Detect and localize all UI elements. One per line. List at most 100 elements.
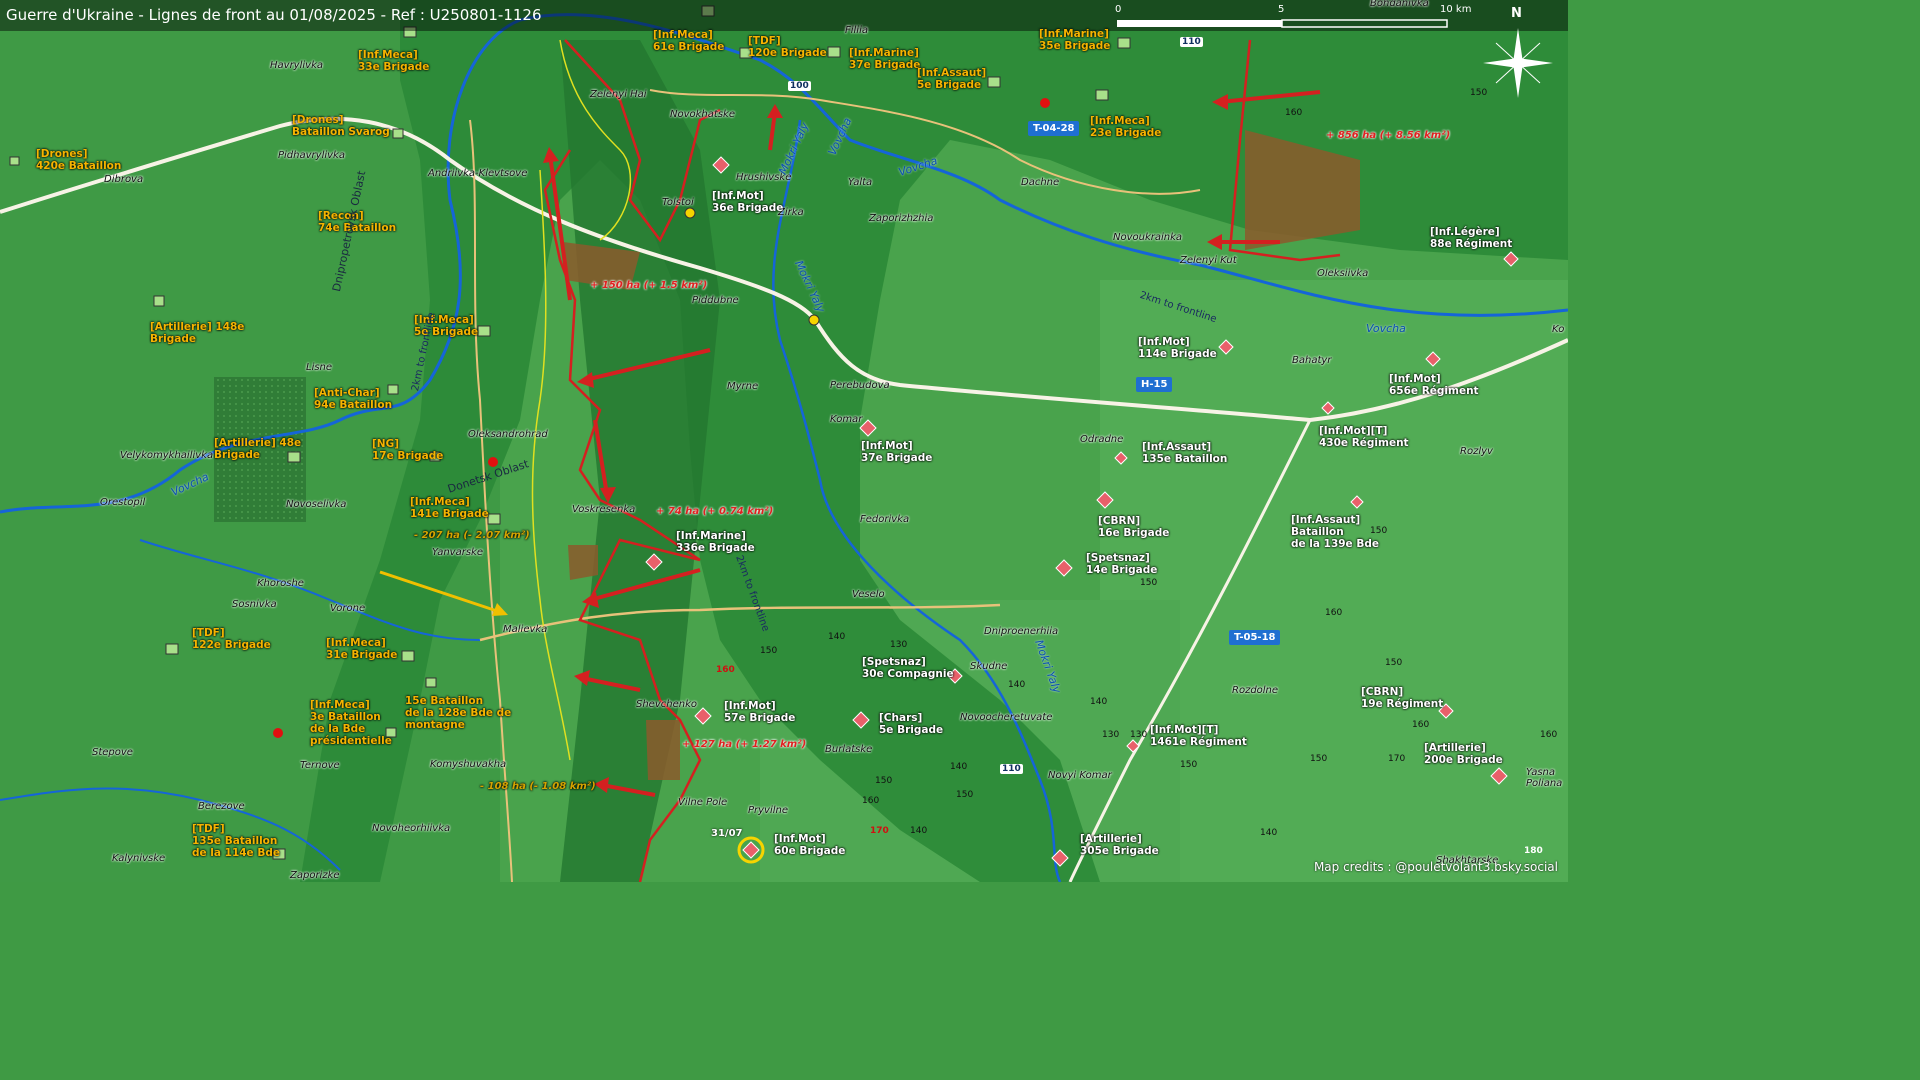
elevation-label: 150 <box>1140 578 1158 588</box>
ua-unit-label: [Inf.Marine] 37e Brigade <box>849 47 921 71</box>
north-label: N <box>1511 6 1522 21</box>
elevation-label: 160 <box>1540 730 1558 740</box>
town-label: Voskresenka <box>572 504 636 515</box>
ru-unit-label: [Inf.Mot] 36e Brigade <box>712 190 784 214</box>
town-label: Tolstoi <box>662 197 694 208</box>
town-label: Bohdanivka <box>1370 0 1429 9</box>
elevation-label: 140 <box>1008 680 1026 690</box>
river-label: Vovcha <box>1366 322 1406 335</box>
town-label: Odradne <box>1080 434 1124 445</box>
elevation-label: 150 <box>1470 88 1488 98</box>
area-change-label: - 108 ha (- 1.08 km²) <box>480 781 596 792</box>
town-label: Khoroshe <box>257 578 304 589</box>
ru-unit-label: [Artillerie] 305e Brigade <box>1080 833 1159 857</box>
town-label: Andriivka-Klevtsove <box>428 168 528 179</box>
town-label: Burlatske <box>825 744 873 755</box>
ru-unit-label: [Spetsnaz] 30e Compagnie <box>862 656 954 680</box>
elevation-label: 140 <box>1260 828 1278 838</box>
road-badge: T-05-18 <box>1229 630 1281 645</box>
town-label: Rozdolne <box>1232 685 1279 696</box>
area-change-label: + 150 ha (+ 1.5 km²) <box>590 280 708 291</box>
ru-unit-label: [Inf.Mot] 656e Régiment <box>1389 373 1479 397</box>
area-change-label: + 127 ha (+ 1.27 km²) <box>682 739 807 750</box>
town-label: Velykomykhailivka <box>120 450 214 461</box>
town-label: Yanvarske <box>432 547 483 558</box>
town-label: Yalta <box>848 177 873 188</box>
elevation-label: 160 <box>862 796 880 806</box>
town-label: Skudne <box>970 661 1008 672</box>
map-credits: Map credits : @pouletvolant3.bsky.social <box>1313 860 1558 874</box>
town-label: Komar <box>830 414 863 425</box>
town-label: Myrne <box>727 381 759 392</box>
elevation-label: 160 <box>1325 608 1343 618</box>
ru-unit-label: [Inf.Mot] 37e Brigade <box>861 440 933 464</box>
ua-unit-label: [Artillerie] 48e Brigade <box>214 437 302 461</box>
ru-unit-label: [Inf.Légère] 88e Régiment <box>1430 226 1513 250</box>
elevation-label: 150 <box>1180 760 1198 770</box>
ua-unit-label: [Inf.Meca] 61e Brigade <box>653 29 725 53</box>
elevation-label: 170 <box>870 826 889 836</box>
ru-unit-label: [CBRN] 16e Brigade <box>1098 515 1170 539</box>
town-label: Novoocheretuvate <box>960 712 1053 723</box>
ru-unit-label: [CBRN] 19e Régiment <box>1361 686 1444 710</box>
elevation-label: 150 <box>956 790 974 800</box>
town-label: Dniproenerhiia <box>984 626 1059 637</box>
ua-unit-label: [Inf.Assaut] 5e Brigade <box>917 67 987 91</box>
town-label: Perebudova <box>830 380 890 391</box>
road-number: 100 <box>788 81 811 91</box>
elevation-label: 140 <box>1090 697 1108 707</box>
town-label: Rozlyv <box>1460 446 1493 457</box>
elevation-label: 140 <box>950 762 968 772</box>
town-label: Veselo <box>852 589 885 600</box>
town-label: Ternove <box>300 760 340 771</box>
area-change-label: + 856 ha (+ 8.56 km²) <box>1326 130 1451 141</box>
town-label: Sosnivka <box>232 599 277 610</box>
scale-label-10: 10 km <box>1440 4 1472 15</box>
elevation-label: 150 <box>1370 526 1388 536</box>
elevation-label: 140 <box>828 632 846 642</box>
town-label: Oleksiivka <box>1317 268 1369 279</box>
area-change-label: - 207 ha (- 2.07 km²) <box>414 530 530 541</box>
elevation-label: 150 <box>875 776 893 786</box>
town-label: Zaporizhzhia <box>869 213 934 224</box>
town-label: Lisne <box>306 362 333 373</box>
ua-unit-label: [TDF] 135e Bataillon de la 114e Bde <box>192 823 280 859</box>
town-label: Fedorivka <box>860 514 910 525</box>
town-label: Havrylivka <box>270 60 323 71</box>
north-arrow: N <box>1478 6 1558 98</box>
elevation-label: 130 <box>1102 730 1120 740</box>
town-label: Dachne <box>1021 177 1060 188</box>
ua-unit-label: [Drones] Bataillon Svarog <box>292 114 390 138</box>
town-label: Kalynivske <box>112 853 166 864</box>
area-change-label: + 74 ha (+ 0.74 km²) <box>656 506 774 517</box>
ua-unit-label: [Anti-Char] 94e Bataillon <box>314 387 393 411</box>
ua-unit-label: [Inf.Meca] 23e Brigade <box>1090 115 1162 139</box>
ua-unit-label: [TDF] 120e Brigade <box>748 35 827 59</box>
ru-unit-label: [Chars] 5e Brigade <box>879 712 944 736</box>
ru-unit-label: [Inf.Mot][T] 430e Régiment <box>1319 425 1409 449</box>
ua-unit-label: [Inf.Meca] 141e Brigade <box>410 496 489 520</box>
town-label: Vilne Pole <box>678 797 728 808</box>
elevation-label: 180 <box>1524 846 1543 856</box>
elevation-label: 170 <box>1388 754 1406 764</box>
ru-unit-label: [Inf.Marine] 336e Brigade <box>676 530 755 554</box>
town-label: Piddubne <box>692 295 739 306</box>
town-label: Orestopil <box>100 497 146 508</box>
town-label: Dibrova <box>104 174 144 185</box>
road-number: 110 <box>1180 37 1203 47</box>
ua-unit-label: [TDF] 122e Brigade <box>192 627 271 651</box>
elevation-label: 150 <box>760 646 778 656</box>
elevation-label: 150 <box>1310 754 1328 764</box>
ru-unit-label: [Artillerie] 200e Brigade <box>1424 742 1503 766</box>
date-tag: 31/07 <box>711 828 743 839</box>
ua-unit-label: [Inf.Meca] 3e Bataillon de la Bde président… <box>310 699 392 747</box>
road-badge: T-04-28 <box>1028 121 1080 136</box>
town-label: Novyi Komar <box>1048 770 1112 781</box>
town-label: Malievka <box>503 624 548 635</box>
ru-unit-label: [Inf.Assaut] 135e Bataillon <box>1142 441 1228 465</box>
town-label: Shevchenko <box>636 699 697 710</box>
town-label: Zaporizke <box>290 870 340 881</box>
ru-unit-label: [Inf.Assaut] Bataillon de la 139e Bde <box>1291 514 1379 550</box>
town-label: Vorone <box>330 603 366 614</box>
ua-unit-label: [Inf.Meca] 31e Brigade <box>326 637 398 661</box>
